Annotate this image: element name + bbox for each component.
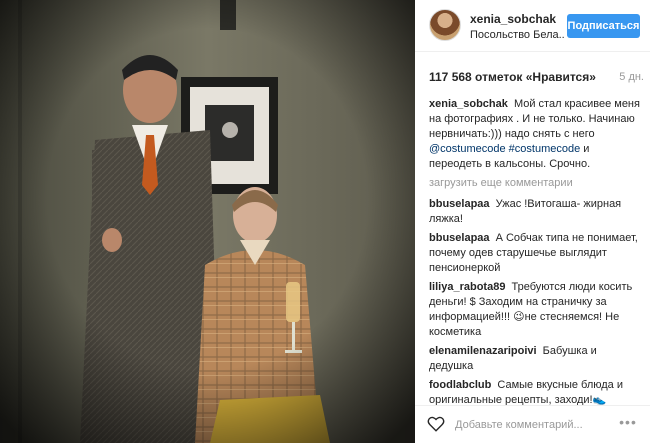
heart-icon[interactable] <box>427 415 445 433</box>
instagram-post: xenia_sobchak Посольство Бела.. Подписат… <box>0 0 650 443</box>
comment-username[interactable]: elenamilenazaripoivi <box>429 345 537 357</box>
likes-row: 117 568 отметок «Нравится» 5 дн. <box>429 70 644 86</box>
comment-username[interactable]: bbuselapaa <box>429 198 490 210</box>
more-options-icon[interactable]: ••• <box>618 415 638 433</box>
comment-bar: ••• <box>415 405 650 443</box>
post-caption: xenia_sobchak Мой стал красивее меня на … <box>429 97 641 172</box>
comment-item: foodlabclub Самые вкусные блюда и оригин… <box>429 378 641 408</box>
load-more-comments-link[interactable]: загрузить еще комментарии <box>429 176 641 191</box>
likes-count[interactable]: 117 568 отметок «Нравится» <box>429 70 596 84</box>
post-header: xenia_sobchak Посольство Бела.. Подписат… <box>415 0 650 52</box>
caption-mention[interactable]: @costumecode <box>429 143 506 155</box>
post-timestamp[interactable]: 5 дн. <box>619 71 644 83</box>
post-location[interactable]: Посольство Бела.. <box>470 29 565 41</box>
caption-username[interactable]: xenia_sobchak <box>429 98 508 110</box>
comment-username[interactable]: foodlabclub <box>429 379 491 391</box>
post-sidebar: xenia_sobchak Посольство Бела.. Подписат… <box>415 0 650 443</box>
comments-list: xenia_sobchak Мой стал красивее меня на … <box>429 97 641 412</box>
post-username[interactable]: xenia_sobchak <box>470 12 556 26</box>
follow-button[interactable]: Подписаться <box>567 14 640 38</box>
post-photo[interactable] <box>0 0 415 443</box>
comment-input[interactable] <box>455 415 605 435</box>
comment-item: liliya_rabota89 Требуются люди косить де… <box>429 280 641 340</box>
comment-item: bbuselapaa Ужас !Витогаша- жирная ляжка! <box>429 197 641 227</box>
caption-hashtag[interactable]: #costumecode <box>509 143 581 155</box>
comment-username[interactable]: bbuselapaa <box>429 232 490 244</box>
comment-username[interactable]: liliya_rabota89 <box>429 281 505 293</box>
comment-item: bbuselapaa А Собчак типа не понимает, по… <box>429 231 641 276</box>
photo-illustration <box>0 0 415 443</box>
user-avatar[interactable] <box>429 9 461 41</box>
comment-item: elenamilenazaripoivi Бабушка и дедушка <box>429 344 641 374</box>
